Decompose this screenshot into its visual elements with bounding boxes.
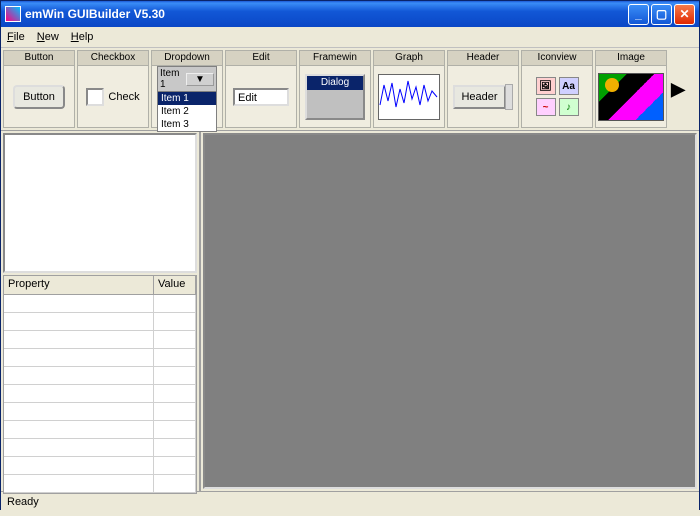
sample-framewin: Dialog bbox=[305, 74, 365, 120]
palette-header[interactable]: Header Header bbox=[447, 50, 519, 128]
table-row[interactable] bbox=[4, 331, 196, 349]
sample-graph-icon bbox=[378, 74, 440, 120]
table-row[interactable] bbox=[4, 349, 196, 367]
header-split-icon bbox=[505, 84, 513, 110]
header-cell: Header bbox=[453, 85, 505, 109]
iconview-tile-2: Aa bbox=[559, 77, 579, 95]
table-row[interactable] bbox=[4, 403, 196, 421]
left-panel: Property Value bbox=[1, 131, 201, 491]
property-rows bbox=[4, 295, 196, 493]
app-icon bbox=[5, 6, 21, 22]
iconview-tile-4: ♪ bbox=[559, 98, 579, 116]
window-buttons: _ ▢ ✕ bbox=[628, 4, 699, 25]
table-row[interactable] bbox=[4, 475, 196, 493]
palette-scroll-right[interactable]: ▶ bbox=[669, 50, 687, 128]
widget-tree-panel[interactable] bbox=[3, 133, 197, 273]
dropdown-opt2: Item 2 bbox=[158, 105, 216, 118]
table-row[interactable] bbox=[4, 385, 196, 403]
iconview-tile-3: ~ bbox=[536, 98, 556, 116]
status-bar: Ready bbox=[1, 491, 699, 516]
sample-button: Button bbox=[13, 85, 65, 109]
sample-header: Header bbox=[453, 84, 512, 110]
minimize-button[interactable]: _ bbox=[628, 4, 649, 25]
table-row[interactable] bbox=[4, 367, 196, 385]
palette-checkbox[interactable]: Checkbox Check bbox=[77, 50, 149, 128]
widget-palette: Button Button Checkbox Check Dropdown It… bbox=[1, 48, 699, 131]
menu-new[interactable]: New bbox=[37, 31, 59, 43]
dropdown-selected: Item 1 bbox=[160, 68, 186, 90]
table-row[interactable] bbox=[4, 421, 196, 439]
titlebar: emWin GUIBuilder V5.30 _ ▢ ✕ bbox=[1, 1, 699, 27]
workspace: Property Value bbox=[1, 131, 699, 491]
sample-image-icon bbox=[598, 73, 664, 121]
palette-button[interactable]: Button Button bbox=[3, 50, 75, 128]
checkbox-label: Check bbox=[108, 91, 139, 103]
sample-dropdown: Item 1▼ Item 1 Item 2 Item 3 bbox=[157, 66, 217, 132]
framewin-caption: Dialog bbox=[307, 76, 363, 90]
sample-checkbox: Check bbox=[86, 88, 139, 106]
palette-iconview-title: Iconview bbox=[522, 51, 592, 66]
palette-edit[interactable]: Edit Edit bbox=[225, 50, 297, 128]
palette-framewin[interactable]: Framewin Dialog bbox=[299, 50, 371, 128]
window-title: emWin GUIBuilder V5.30 bbox=[25, 7, 628, 21]
maximize-button[interactable]: ▢ bbox=[651, 4, 672, 25]
dropdown-opt1: Item 1 bbox=[158, 92, 216, 105]
palette-edit-title: Edit bbox=[226, 51, 296, 66]
sample-edit: Edit bbox=[233, 88, 289, 106]
palette-image-title: Image bbox=[596, 51, 666, 66]
table-row[interactable] bbox=[4, 313, 196, 331]
palette-button-title: Button bbox=[4, 51, 74, 66]
design-canvas[interactable] bbox=[203, 133, 697, 489]
menu-help[interactable]: Help bbox=[71, 31, 94, 43]
palette-iconview[interactable]: Iconview 🖼 Aa ~ ♪ bbox=[521, 50, 593, 128]
table-row[interactable] bbox=[4, 295, 196, 313]
palette-graph[interactable]: Graph bbox=[373, 50, 445, 128]
checkbox-box-icon bbox=[86, 88, 104, 106]
close-button[interactable]: ✕ bbox=[674, 4, 695, 25]
palette-header-title: Header bbox=[448, 51, 518, 66]
palette-checkbox-title: Checkbox bbox=[78, 51, 148, 66]
palette-image[interactable]: Image bbox=[595, 50, 667, 128]
palette-dropdown[interactable]: Dropdown Item 1▼ Item 1 Item 2 Item 3 bbox=[151, 50, 223, 128]
iconview-tile-1: 🖼 bbox=[536, 77, 556, 95]
value-col-header[interactable]: Value bbox=[154, 276, 196, 294]
sample-iconview: 🖼 Aa ~ ♪ bbox=[536, 77, 579, 116]
dropdown-opt3: Item 3 bbox=[158, 118, 216, 131]
palette-framewin-title: Framewin bbox=[300, 51, 370, 66]
palette-graph-title: Graph bbox=[374, 51, 444, 66]
property-col-header[interactable]: Property bbox=[4, 276, 154, 294]
table-row[interactable] bbox=[4, 457, 196, 475]
property-grid[interactable]: Property Value bbox=[3, 275, 197, 494]
table-row[interactable] bbox=[4, 439, 196, 457]
menubar: File New Help bbox=[1, 27, 699, 48]
property-grid-header: Property Value bbox=[4, 276, 196, 295]
menu-file[interactable]: File bbox=[7, 31, 25, 43]
palette-dropdown-title: Dropdown bbox=[152, 51, 222, 66]
chevron-down-icon: ▼ bbox=[186, 73, 214, 86]
status-text: Ready bbox=[7, 496, 39, 508]
